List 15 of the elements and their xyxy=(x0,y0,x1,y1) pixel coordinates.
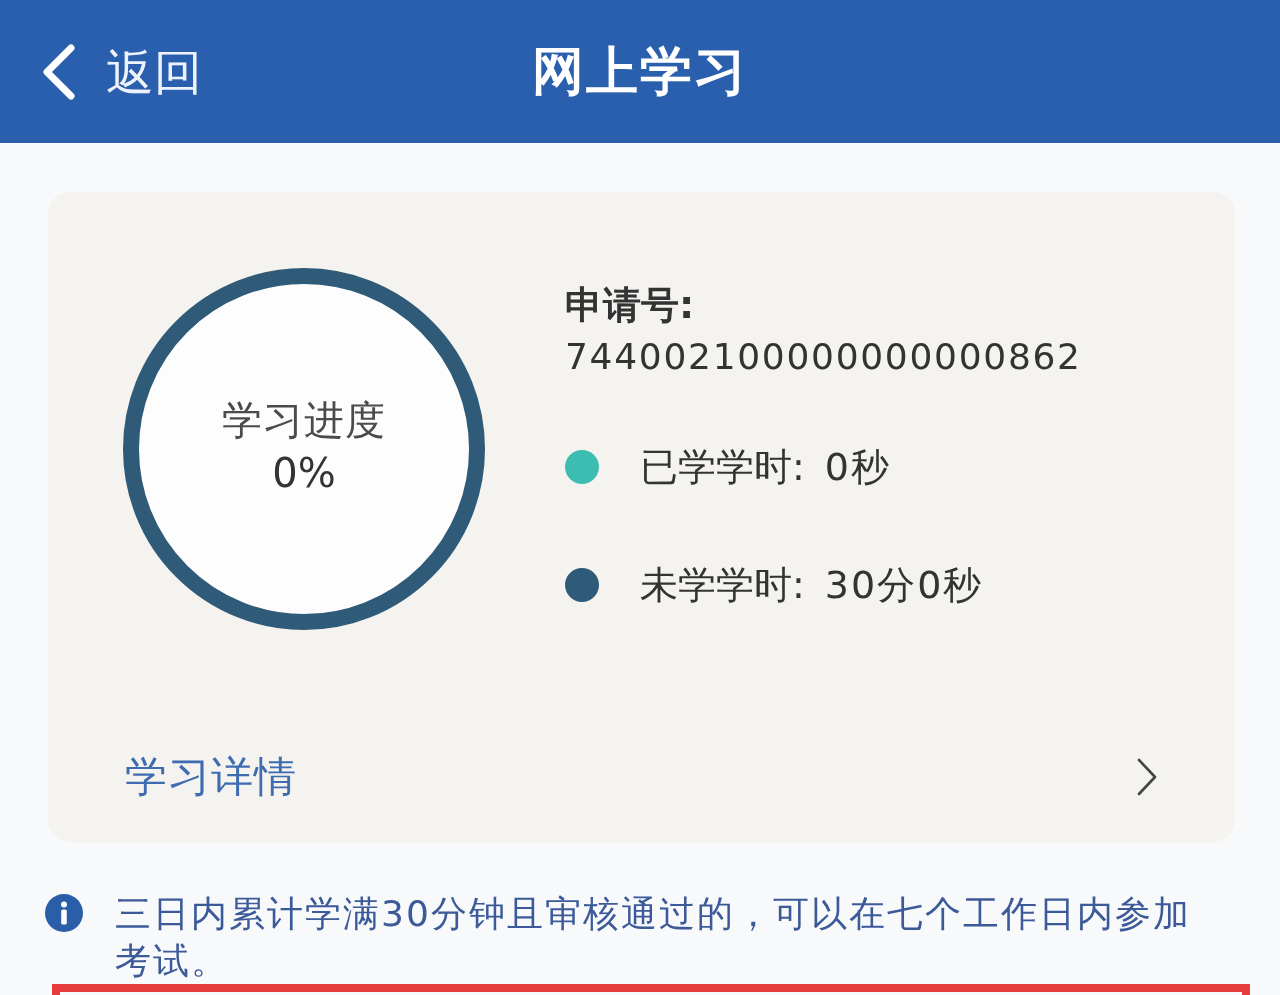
legend-label: 未学学时: xyxy=(640,562,805,609)
application-number: 744002100000000000862 xyxy=(565,335,1082,379)
chevron-left-icon xyxy=(40,43,76,100)
chevron-right-icon xyxy=(1137,758,1157,796)
back-button[interactable]: 返回 xyxy=(40,43,202,100)
page-title: 网上学习 xyxy=(532,39,748,103)
info-icon xyxy=(45,894,83,932)
legend-label: 已学学时: xyxy=(640,444,805,491)
study-details-link[interactable]: 学习详情 xyxy=(123,727,1157,827)
legend-value: 0秒 xyxy=(824,444,891,491)
application-label: 申请号: xyxy=(565,282,695,329)
legend-value: 30分0秒 xyxy=(824,562,984,609)
notice-text: 三日内累计学满30分钟且审核通过的，可以在七个工作日内参加考试。 xyxy=(115,892,1192,983)
progress-label: 学习进度 xyxy=(222,396,386,445)
progress-percent: 0% xyxy=(272,449,336,498)
